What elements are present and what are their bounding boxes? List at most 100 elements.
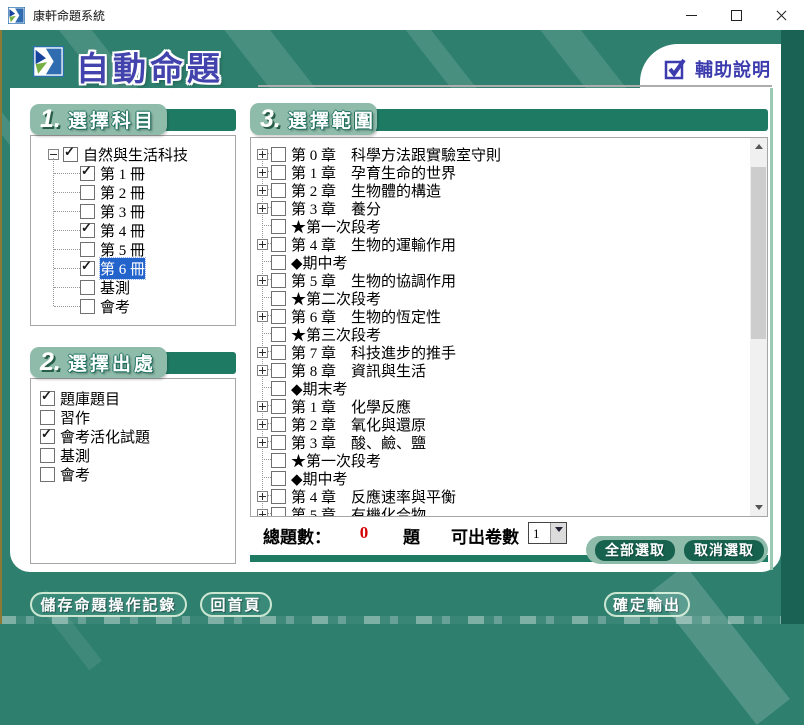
checkbox[interactable] bbox=[271, 507, 286, 517]
checkbox[interactable] bbox=[271, 183, 286, 198]
close-button[interactable] bbox=[759, 0, 804, 30]
checkbox[interactable] bbox=[271, 237, 286, 252]
checkbox[interactable] bbox=[271, 309, 286, 324]
dropdown-arrow-button[interactable] bbox=[550, 523, 566, 543]
checkbox[interactable] bbox=[80, 261, 95, 276]
tree-item-label[interactable]: 第 5 章 有機化合物 bbox=[291, 504, 426, 517]
tree-item-label[interactable]: 習作 bbox=[60, 407, 90, 428]
tree-item-label[interactable]: 第 2 冊 bbox=[100, 182, 145, 203]
checkbox[interactable] bbox=[80, 223, 95, 238]
checkbox[interactable] bbox=[271, 363, 286, 378]
expand-plus-icon[interactable] bbox=[257, 419, 268, 430]
expand-plus-icon[interactable] bbox=[257, 167, 268, 178]
tree-item-label[interactable]: 自然與生活科技 bbox=[83, 144, 188, 165]
subject-tree-item[interactable]: 第 3 冊 bbox=[40, 202, 235, 221]
expand-plus-icon[interactable] bbox=[257, 365, 268, 376]
tree-item-label[interactable]: 第 4 冊 bbox=[100, 220, 145, 241]
checkbox[interactable] bbox=[80, 299, 95, 314]
expand-plus-icon[interactable] bbox=[257, 149, 268, 160]
checkbox[interactable] bbox=[271, 201, 286, 216]
expand-plus-icon[interactable] bbox=[257, 437, 268, 448]
help-button[interactable]: 輔助說明 bbox=[650, 55, 771, 83]
range-tree-item[interactable]: ◆期中考 bbox=[257, 469, 749, 487]
subject-tree-item[interactable]: 第 1 冊 bbox=[40, 164, 235, 183]
checkbox[interactable] bbox=[271, 399, 286, 414]
checkbox[interactable] bbox=[80, 166, 95, 181]
range-tree-item[interactable]: 第 2 章 氧化與還原 bbox=[257, 415, 749, 433]
checkbox[interactable] bbox=[40, 448, 55, 463]
subject-tree-root[interactable]: 自然與生活科技 bbox=[40, 145, 235, 164]
range-tree-item[interactable]: 第 4 章 反應速率與平衡 bbox=[257, 487, 749, 505]
checkbox[interactable] bbox=[271, 381, 286, 396]
expand-plus-icon[interactable] bbox=[257, 275, 268, 286]
checkbox[interactable] bbox=[271, 147, 286, 162]
range-tree-item[interactable]: 第 7 章 科技進步的推手 bbox=[257, 343, 749, 361]
range-tree-item[interactable]: 第 5 章 有機化合物 bbox=[257, 505, 749, 516]
checkbox[interactable] bbox=[271, 453, 286, 468]
checkbox[interactable] bbox=[80, 185, 95, 200]
checkbox[interactable] bbox=[271, 435, 286, 450]
minimize-button[interactable] bbox=[669, 0, 714, 30]
checkbox[interactable] bbox=[80, 242, 95, 257]
source-list-item[interactable]: 題庫題目 bbox=[40, 389, 235, 408]
tree-item-label[interactable]: 會考活化試題 bbox=[60, 426, 150, 447]
checkbox[interactable] bbox=[271, 273, 286, 288]
tree-item-label[interactable]: 題庫題目 bbox=[60, 388, 120, 409]
checkbox[interactable] bbox=[40, 467, 55, 482]
scrollbar[interactable] bbox=[750, 138, 767, 516]
source-list-item[interactable]: 習作 bbox=[40, 408, 235, 427]
range-tree-item[interactable]: ◆期中考 bbox=[257, 253, 749, 271]
checkbox[interactable] bbox=[80, 204, 95, 219]
checkbox[interactable] bbox=[40, 391, 55, 406]
confirm-output-button[interactable]: 確定輸出 bbox=[604, 592, 690, 617]
range-tree-item[interactable]: ★第二次段考 bbox=[257, 289, 749, 307]
expand-plus-icon[interactable] bbox=[257, 509, 268, 517]
checkbox[interactable] bbox=[271, 219, 286, 234]
expand-plus-icon[interactable] bbox=[257, 311, 268, 322]
range-tree-item[interactable]: 第 8 章 資訊與生活 bbox=[257, 361, 749, 379]
tree-item-label[interactable]: 基測 bbox=[60, 445, 90, 466]
subject-tree-item[interactable]: 第 5 冊 bbox=[40, 240, 235, 259]
source-list-item[interactable]: 基測 bbox=[40, 446, 235, 465]
deselect-all-button[interactable]: 取消選取 bbox=[684, 540, 764, 561]
range-tree-item[interactable]: 第 1 章 孕育生命的世界 bbox=[257, 163, 749, 181]
checkbox[interactable] bbox=[271, 327, 286, 342]
tree-item-label[interactable]: 基測 bbox=[100, 277, 130, 298]
save-record-button[interactable]: 儲存命題操作記錄 bbox=[30, 592, 187, 617]
checkbox[interactable] bbox=[40, 429, 55, 444]
subject-tree-item[interactable]: 第 2 冊 bbox=[40, 183, 235, 202]
subject-tree-item[interactable]: 基測 bbox=[40, 278, 235, 297]
source-list-item[interactable]: 會考活化試題 bbox=[40, 427, 235, 446]
range-tree-item[interactable]: 第 4 章 生物的運輸作用 bbox=[257, 235, 749, 253]
home-button[interactable]: 回首頁 bbox=[200, 592, 272, 617]
checkbox[interactable] bbox=[40, 410, 55, 425]
checkbox[interactable] bbox=[271, 165, 286, 180]
checkbox[interactable] bbox=[271, 255, 286, 270]
range-tree-item[interactable]: 第 6 章 生物的恆定性 bbox=[257, 307, 749, 325]
checkbox[interactable] bbox=[271, 291, 286, 306]
select-all-button[interactable]: 全部選取 bbox=[595, 540, 675, 561]
expand-plus-icon[interactable] bbox=[257, 203, 268, 214]
tree-item-label[interactable]: 第 5 冊 bbox=[100, 239, 145, 260]
maximize-button[interactable] bbox=[714, 0, 759, 30]
expand-plus-icon[interactable] bbox=[257, 491, 268, 502]
expand-plus-icon[interactable] bbox=[257, 347, 268, 358]
range-tree-item[interactable]: ★第一次段考 bbox=[257, 217, 749, 235]
scroll-down-button[interactable] bbox=[750, 499, 767, 516]
subject-tree-item[interactable]: 會考 bbox=[40, 297, 235, 316]
tree-item-label[interactable]: 第 6 冊 bbox=[100, 258, 145, 279]
checkbox[interactable] bbox=[271, 489, 286, 504]
expand-plus-icon[interactable] bbox=[257, 185, 268, 196]
range-tree-item[interactable]: 第 5 章 生物的協調作用 bbox=[257, 271, 749, 289]
subject-tree-item[interactable]: 第 6 冊 bbox=[40, 259, 235, 278]
tree-item-label[interactable]: 第 3 冊 bbox=[100, 201, 145, 222]
range-tree-item[interactable]: 第 0 章 科學方法跟實驗室守則 bbox=[257, 145, 749, 163]
checkbox[interactable] bbox=[271, 471, 286, 486]
range-tree-item[interactable]: 第 3 章 養分 bbox=[257, 199, 749, 217]
range-tree-item[interactable]: 第 2 章 生物體的構造 bbox=[257, 181, 749, 199]
range-tree-item[interactable]: ★第三次段考 bbox=[257, 325, 749, 343]
scrollbar-thumb[interactable] bbox=[751, 167, 766, 339]
source-list-item[interactable]: 會考 bbox=[40, 465, 235, 484]
subject-tree-item[interactable]: 第 4 冊 bbox=[40, 221, 235, 240]
tree-item-label[interactable]: 會考 bbox=[100, 296, 130, 317]
